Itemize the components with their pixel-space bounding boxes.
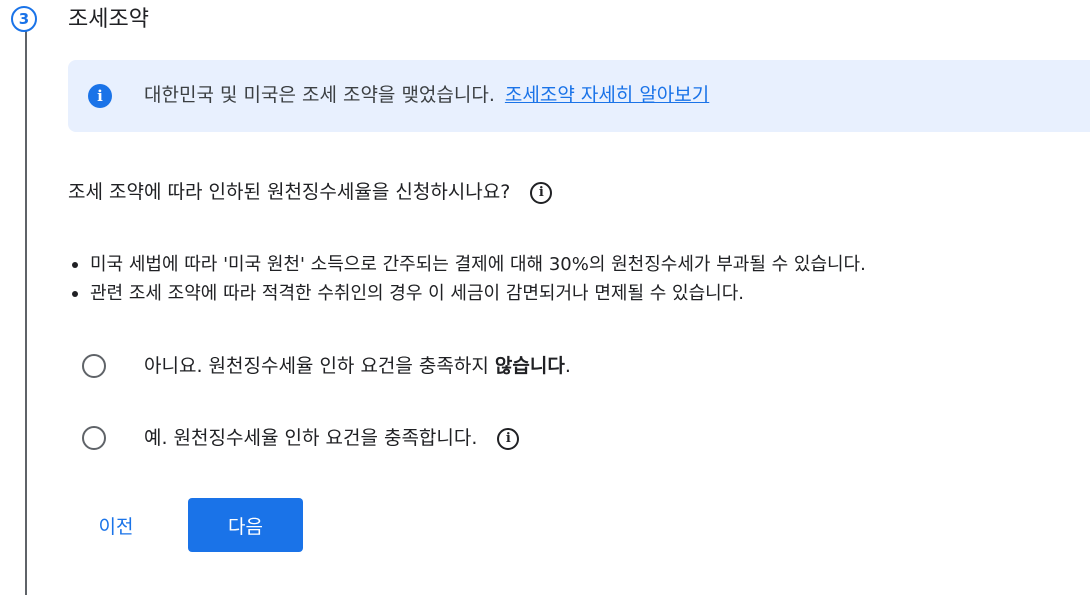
- option-no-suffix: .: [564, 355, 571, 377]
- question-text: 조세 조약에 따라 인하된 원천징수세율을 신청하시나요?: [68, 181, 511, 203]
- bullet-item: 관련 조세 조약에 따라 적격한 수취인의 경우 이 세금이 감면되거나 면제될…: [68, 279, 866, 308]
- bullet-item: 미국 세법에 따라 '미국 원천' 소득으로 간주되는 결제에 대해 30%의 …: [68, 250, 866, 279]
- radio-no[interactable]: [82, 354, 106, 378]
- next-button[interactable]: 다음: [188, 498, 303, 552]
- option-no-label[interactable]: 아니요. 원천징수세율 인하 요건을 충족하지 않습니다.: [144, 352, 571, 380]
- info-icon: i: [88, 84, 112, 108]
- info-bullets: 미국 세법에 따라 '미국 원천' 소득으로 간주되는 결제에 대해 30%의 …: [68, 250, 866, 308]
- option-no-text: 아니요. 원천징수세율 인하 요건을 충족하지: [144, 355, 495, 377]
- option-yes-text: 예. 원천징수세율 인하 요건을 충족합니다.: [144, 427, 478, 449]
- help-icon[interactable]: i: [530, 181, 553, 204]
- option-yes-label[interactable]: 예. 원천징수세율 인하 요건을 충족합니다. i: [144, 424, 520, 452]
- info-message: 대한민국 및 미국은 조세 조약을 맺었습니다.: [144, 84, 495, 106]
- info-text: 대한민국 및 미국은 조세 조약을 맺었습니다. 조세조약 자세히 알아보기: [144, 82, 709, 108]
- option-no-row[interactable]: 아니요. 원천징수세율 인하 요건을 충족하지 않습니다.: [82, 352, 571, 380]
- radio-yes[interactable]: [82, 426, 106, 450]
- info-banner: i 대한민국 및 미국은 조세 조약을 맺었습니다. 조세조약 자세히 알아보기: [68, 60, 1090, 132]
- help-icon[interactable]: i: [497, 427, 520, 450]
- treaty-question: 조세 조약에 따라 인하된 원천징수세율을 신청하시나요? i: [68, 178, 553, 206]
- option-no-bold-text: 않습니다: [494, 355, 565, 377]
- previous-button[interactable]: 이전: [70, 498, 162, 552]
- stepper-line: [25, 30, 27, 595]
- step-title: 조세조약: [68, 7, 149, 32]
- step-number-badge: 3: [11, 6, 37, 32]
- treaty-learn-more-link[interactable]: 조세조약 자세히 알아보기: [505, 84, 709, 106]
- option-yes-row[interactable]: 예. 원천징수세율 인하 요건을 충족합니다. i: [82, 424, 520, 452]
